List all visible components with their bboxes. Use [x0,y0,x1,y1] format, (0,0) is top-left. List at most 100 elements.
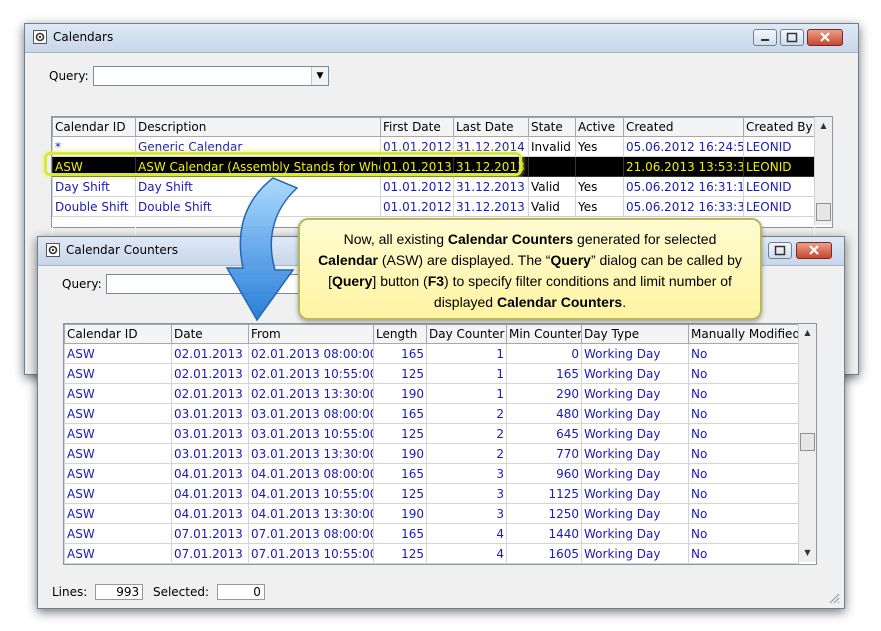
table-cell: 03.01.2013 [171,423,249,444]
callout-bold: Query [331,273,373,289]
table-cell: 190 [373,503,427,524]
table-cell: Working Day [581,363,689,384]
scroll-down-icon[interactable]: ▼ [799,545,816,561]
table-cell: 04.01.2013 08:00:00 [248,463,374,484]
maximize-button[interactable] [780,29,804,46]
scroll-thumb[interactable] [816,203,831,221]
table-cell: 07.01.2013 [171,543,249,564]
table-cell: No [688,503,799,524]
column-header[interactable]: Calendar ID [52,117,136,137]
table-cell: 125 [373,483,427,504]
column-header[interactable]: State [528,117,576,137]
table-row[interactable]: ASW 02.01.2013 02.01.2013 10:55:00 125 1 165 W… [64,363,799,384]
table-row[interactable]: ASW 07.01.2013 07.01.2013 10:55:00 125 4 1605… [64,543,799,564]
scroll-up-icon[interactable]: ▲ [799,325,816,341]
column-header[interactable]: Created By [743,117,815,137]
table-cell: Valid [528,176,576,197]
calendars-scrollbar[interactable]: ▲ [814,117,832,225]
calendars-titlebar[interactable]: Calendars [25,24,858,53]
table-cell: Working Day [581,443,689,464]
table-cell: 125 [373,543,427,564]
table-cell: ASW [64,443,172,464]
column-header[interactable]: Min Counter [506,324,582,344]
table-cell: Working Day [581,523,689,544]
table-cell: 04.01.2013 10:55:00 [248,483,374,504]
callout-text: . [622,294,627,310]
close-icon [809,245,819,255]
table-cell: 02.01.2013 [171,383,249,404]
column-header[interactable]: Last Date [453,117,529,137]
table-row[interactable]: ASW 04.01.2013 04.01.2013 13:30:00 190 3 1250… [64,503,799,524]
table-row[interactable]: ASW 03.01.2013 03.01.2013 08:00:00 165 2 480 W… [64,403,799,424]
table-cell: Working Day [581,383,689,404]
callout-bold: Calendar Counters [447,231,574,247]
column-header[interactable]: Created [623,117,744,137]
callout-bold: F3 [427,273,445,289]
close-button[interactable] [807,29,843,46]
column-header[interactable]: Day Counter [426,324,507,344]
table-cell: ASW [64,363,172,384]
scroll-up-icon[interactable]: ▲ [815,118,832,134]
table-cell: LEONID [743,136,815,157]
query-combobox[interactable]: ▼ [93,66,329,86]
callout-bold: Calendar Counters [496,294,623,310]
column-header[interactable]: Description [135,117,381,137]
counters-scrollbar[interactable]: ▲ ▼ [798,324,816,562]
table-cell: No [688,463,799,484]
table-cell: 1 [426,363,507,384]
table-cell: LEONID [743,176,815,197]
table-cell: Invalid [528,136,576,157]
callout-text: Now, all existing [343,231,448,247]
table-row[interactable]: ASW 04.01.2013 04.01.2013 08:00:00 165 3 960 W… [64,463,799,484]
column-header[interactable]: Calendar ID [64,324,172,344]
minimize-button[interactable] [753,29,777,46]
selected-label: Selected: [152,585,210,599]
close-button[interactable] [796,242,832,259]
table-cell: No [688,383,799,404]
table-cell: No [688,483,799,504]
column-header[interactable]: Length [373,324,427,344]
table-cell: 770 [506,443,582,464]
table-cell: Valid [528,196,576,217]
table-cell: 02.01.2013 13:30:00 [248,383,374,404]
callout-text: ] button ( [372,273,428,289]
table-row[interactable]: ASW 03.01.2013 03.01.2013 10:55:00 125 2 645 W… [64,423,799,444]
table-cell: 03.01.2013 13:30:00 [248,443,374,464]
table-cell: ASW [64,423,172,444]
table-cell: Yes [575,196,624,217]
callout-text: generated for selected [573,231,717,247]
table-cell: No [688,543,799,564]
table-cell: No [688,423,799,444]
table-cell: Day Shift [52,176,136,197]
table-cell: ASW [64,523,172,544]
gear-icon [46,243,60,257]
scroll-thumb[interactable] [800,433,815,451]
table-cell: ASW [64,383,172,404]
table-cell: 04.01.2013 [171,463,249,484]
table-row[interactable]: Day Shift Day Shift 01.01.2012 31.12.2013 Va… [52,176,815,197]
table-row[interactable]: ASW 03.01.2013 03.01.2013 13:30:00 190 2 770 W… [64,443,799,464]
column-header[interactable]: First Date [380,117,454,137]
table-cell: Working Day [581,463,689,484]
maximize-icon [786,32,798,43]
table-cell: 3 [426,463,507,484]
table-row[interactable]: Double Shift Double Shift 01.01.2012 31.12.… [52,196,815,217]
table-cell: Working Day [581,483,689,504]
table-row[interactable]: ASW 02.01.2013 02.01.2013 08:00:00 165 1 0 Wor… [64,343,799,364]
table-cell: 05.06.2012 16:33:36 [623,196,744,217]
column-header[interactable]: Day Type [581,324,689,344]
table-row[interactable]: ASW 04.01.2013 04.01.2013 10:55:00 125 3 1125… [64,483,799,504]
window-title: Calendar Counters [66,243,178,257]
table-row[interactable]: ASW 02.01.2013 02.01.2013 13:30:00 190 1 290 W… [64,383,799,404]
column-header[interactable]: Manually Modified [688,324,799,344]
table-cell: 190 [373,383,427,404]
table-cell: 1 [426,383,507,404]
table-cell: 165 [373,523,427,544]
table-row[interactable]: ASW 07.01.2013 07.01.2013 08:00:00 165 4 1440… [64,523,799,544]
chevron-down-icon[interactable]: ▼ [311,67,328,85]
maximize-button[interactable] [768,242,792,259]
resize-grip-icon[interactable] [828,592,840,604]
close-icon [820,32,830,42]
selected-value: 0 [216,584,265,600]
column-header[interactable]: Active [575,117,624,137]
